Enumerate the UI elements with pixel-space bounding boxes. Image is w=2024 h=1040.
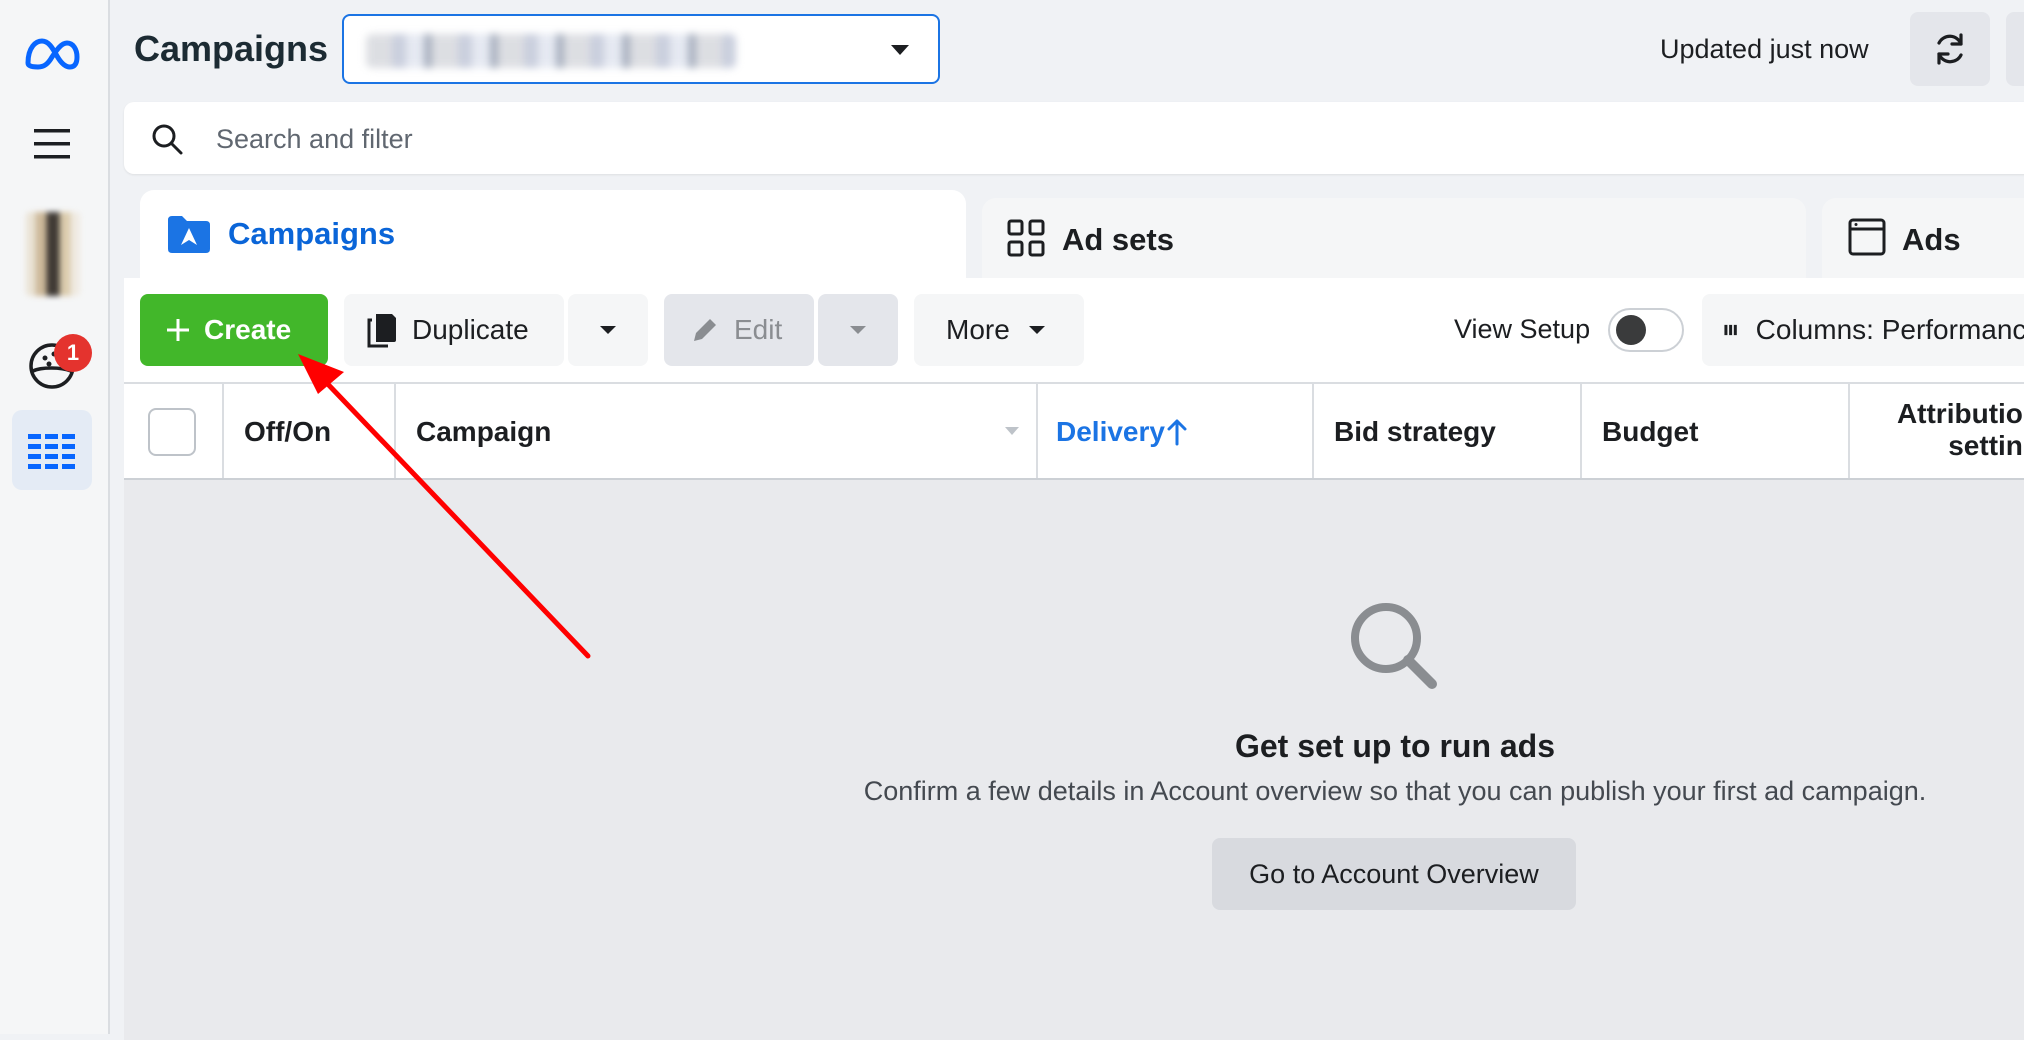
header-overflow-button[interactable] [2006,12,2024,86]
column-header-attribution-setting[interactable]: Attribution setting [1848,384,2024,478]
columns-button-label: Columns: Performance [1755,314,2024,345]
table-header: Off/On Campaign Delivery Bid strategy Bu… [124,382,2024,480]
caret-down-icon [850,326,866,334]
column-header-off-on[interactable]: Off/On [222,384,394,478]
search-and-filter-bar[interactable]: Search and filter [124,102,2024,174]
notification-count-badge: 1 [54,334,92,372]
create-button-label: Create [204,314,292,345]
campaign-folder-icon [168,216,210,253]
create-button[interactable]: Create [140,294,328,366]
edit-options-dropdown[interactable] [818,294,898,366]
select-all-checkbox[interactable] [148,408,196,456]
caret-down-icon [1005,427,1019,435]
duplicate-button[interactable]: Duplicate [344,294,564,366]
column-header-delivery[interactable]: Delivery [1036,384,1312,478]
column-header-bid-strategy[interactable]: Bid strategy [1312,384,1580,478]
plus-icon [167,319,189,341]
account-name-redacted [366,34,736,68]
ad-account-selector[interactable] [342,14,940,84]
column-header-budget[interactable]: Budget [1580,384,1848,478]
tab-ad-sets-label: Ad sets [1062,222,1174,257]
ads-manager-nav-item[interactable] [12,410,92,490]
go-to-account-overview-button[interactable]: Go to Account Overview [1212,838,1576,910]
last-updated-status: Updated just now [1660,34,1869,64]
page-title: Campaigns [134,28,329,69]
menu-icon[interactable] [28,124,76,164]
tab-ad-sets[interactable]: Ad sets [982,198,1806,278]
refresh-icon [1937,33,1963,65]
meta-logo-icon[interactable] [20,30,84,78]
ad-sets-grid-icon [1007,219,1045,257]
go-to-account-overview-label: Go to Account Overview [1249,858,1539,889]
tab-ads[interactable]: Ads [1822,198,2024,278]
sort-arrow-up-icon [1167,419,1187,446]
view-setup-toggle[interactable] [1608,308,1684,352]
left-navigation-rail: 1 [0,0,110,1034]
column-header-campaign[interactable]: Campaign [394,384,1036,478]
more-button-label: More [946,314,1010,345]
tab-ads-label: Ads [1902,222,1961,257]
duplicate-options-dropdown[interactable] [568,294,648,366]
columns-icon [1724,324,1737,336]
pencil-icon [694,319,716,341]
select-all-column [124,384,222,478]
caret-down-icon [600,326,616,334]
avatar[interactable] [26,212,80,296]
ads-manager-table-icon [28,434,75,469]
duplicate-icon [367,314,396,348]
refresh-button[interactable] [1910,12,1990,86]
chevron-down-icon [891,45,909,55]
tab-campaigns-label: Campaigns [228,216,396,251]
caret-down-icon [1028,326,1045,334]
magnifier-icon [1351,603,1437,689]
columns-button[interactable]: Columns: Performance [1702,294,2024,366]
more-button[interactable]: More [914,294,1084,366]
search-icon [152,124,183,155]
toggle-knob [1616,315,1646,345]
empty-state-title: Get set up to run ads [1234,728,1556,764]
empty-state-description: Confirm a few details in Account overvie… [863,776,1927,806]
ads-window-icon [1848,218,1886,256]
edit-button[interactable]: Edit [664,294,814,366]
search-placeholder: Search and filter [216,124,413,154]
duplicate-button-label: Duplicate [412,314,529,345]
view-setup-label: View Setup [1454,314,1591,344]
edit-button-label: Edit [734,314,783,345]
tab-campaigns[interactable]: Campaigns [140,190,966,290]
